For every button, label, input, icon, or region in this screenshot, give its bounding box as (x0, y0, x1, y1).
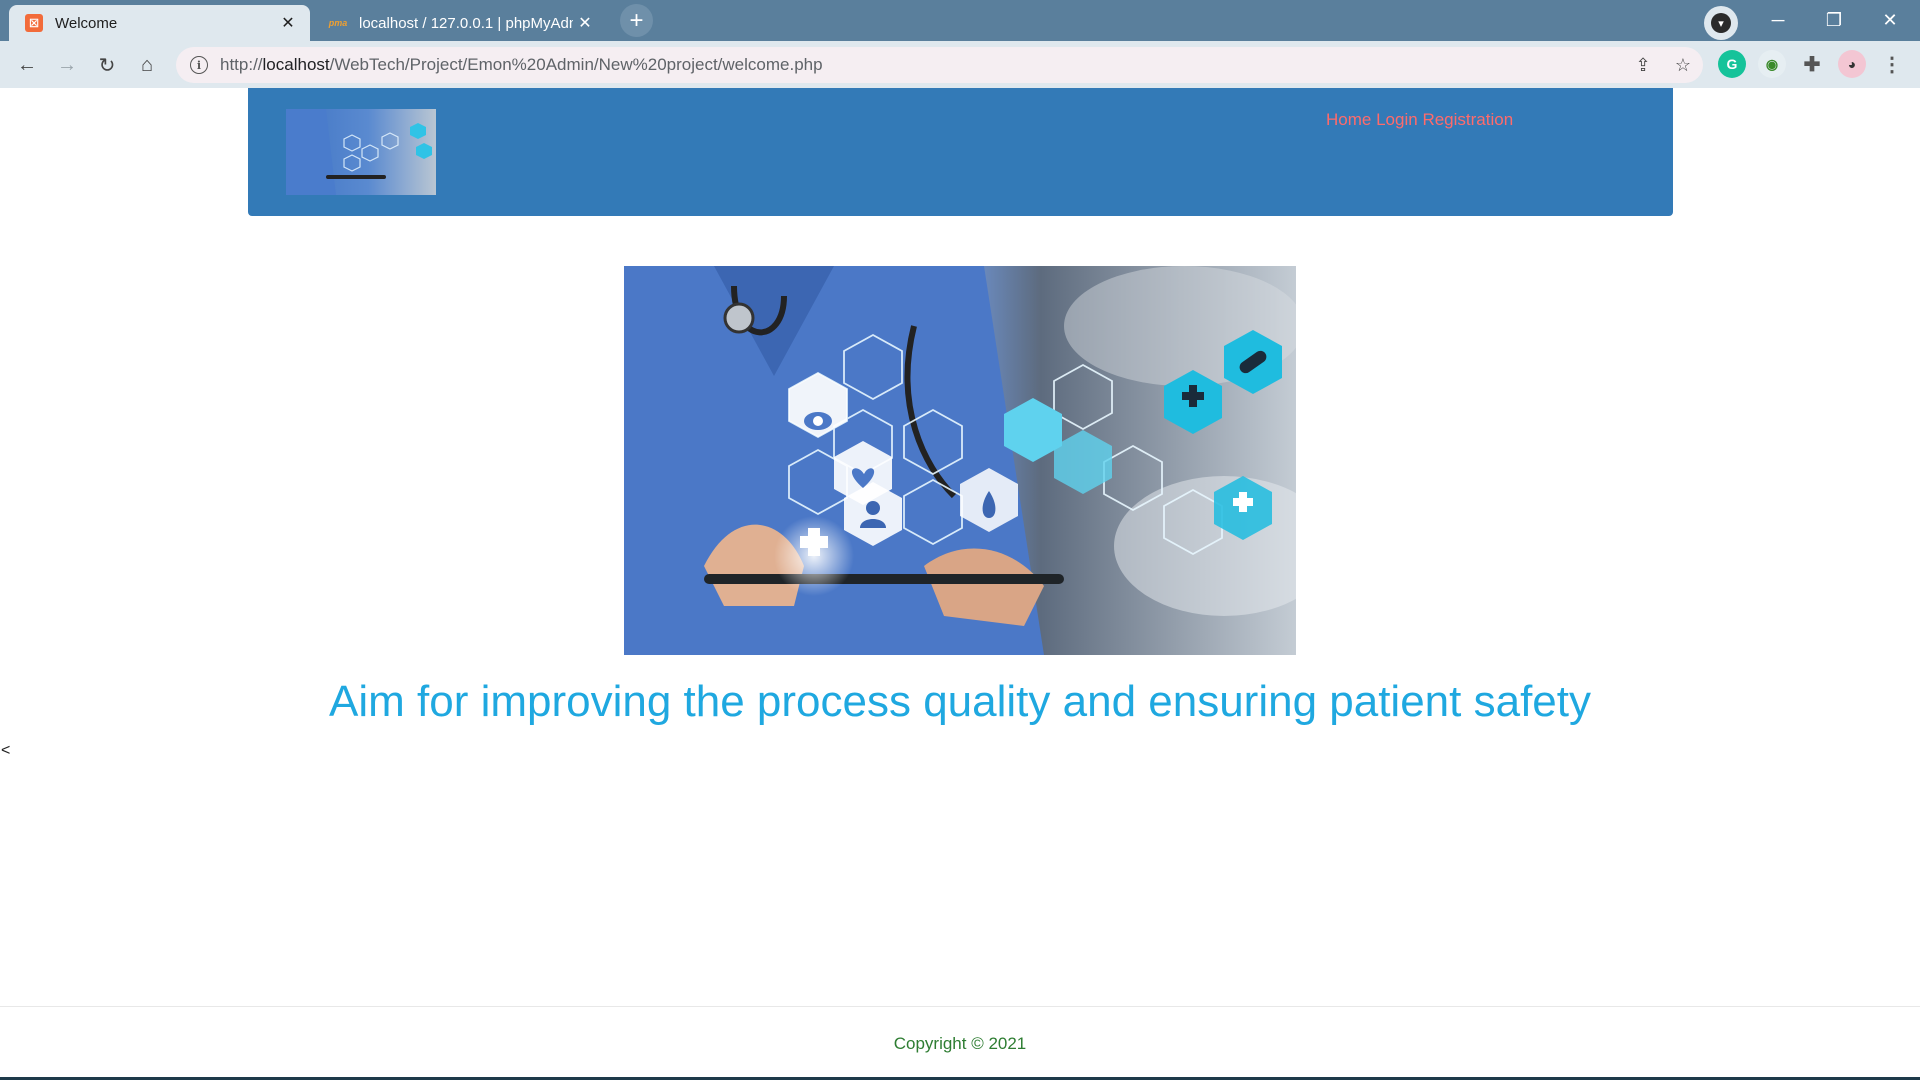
close-tab-icon[interactable]: ✕ (573, 11, 597, 35)
grammarly-extension-icon[interactable]: G (1718, 50, 1746, 78)
chevron-down-icon: ▾ (1711, 13, 1731, 33)
page-content: Home Login Registration Aim for improvin… (0, 88, 1920, 1080)
back-button[interactable]: ← (11, 49, 43, 81)
tab-welcome[interactable]: ☒ Welcome ✕ (9, 5, 310, 41)
extensions-puzzle-icon[interactable]: ✚ (1798, 50, 1826, 78)
reload-button[interactable]: ↻ (91, 49, 123, 81)
menu-kebab-icon[interactable]: ⋮ (1878, 50, 1906, 78)
globe-extension-icon[interactable]: ◉ (1758, 50, 1786, 78)
copyright-text: Copyright © 2021 (893, 1034, 1027, 1053)
bookmark-star-icon[interactable]: ☆ (1663, 47, 1703, 83)
tagline-heading: Aim for improving the process quality an… (329, 677, 1591, 726)
site-logo (286, 109, 436, 195)
tab-search-button[interactable]: ▾ (1704, 6, 1738, 40)
nav-home-link[interactable]: Home (1326, 110, 1371, 129)
home-button[interactable]: ⌂ (131, 49, 163, 81)
new-tab-button[interactable]: + (620, 4, 653, 37)
profile-avatar[interactable]: ◕ (1838, 50, 1866, 78)
site-footer: Copyright © 2021 (0, 1006, 1920, 1080)
restore-button[interactable]: ❐ (1806, 0, 1862, 41)
close-tab-icon[interactable]: ✕ (276, 11, 300, 35)
tab-title: Welcome (55, 14, 118, 32)
browser-tab-strip: ☒ Welcome ✕ pma localhost / 127.0.0.1 | … (0, 0, 1920, 41)
nav-registration-link[interactable]: Registration (1422, 110, 1513, 129)
phpmyadmin-icon: pma (328, 18, 348, 28)
forward-button[interactable]: → (51, 49, 83, 81)
xampp-icon: ☒ (25, 14, 43, 32)
close-window-button[interactable]: ✕ (1862, 0, 1918, 41)
hero-image (624, 266, 1296, 655)
nav-login-link[interactable]: Login (1376, 110, 1418, 129)
tab-title: localhost / 127.0.0.1 | phpMyAdmin (359, 14, 573, 32)
browser-toolbar: ← → ↻ ⌂ i http://localhost/WebTech/Proje… (0, 41, 1920, 88)
minimize-button[interactable]: ─ (1750, 0, 1806, 41)
share-icon[interactable]: ⇪ (1623, 47, 1663, 83)
stray-text: < (1, 742, 11, 759)
url-text: http://localhost/WebTech/Project/Emon%20… (220, 55, 823, 74)
main-nav: Home Login Registration (1326, 110, 1513, 130)
address-bar[interactable]: i http://localhost/WebTech/Project/Emon%… (176, 47, 1703, 83)
site-header: Home Login Registration (248, 88, 1673, 216)
site-info-icon[interactable]: i (190, 56, 208, 74)
tab-phpmyadmin[interactable]: pma localhost / 127.0.0.1 | phpMyAdmin ✕ (313, 5, 607, 41)
